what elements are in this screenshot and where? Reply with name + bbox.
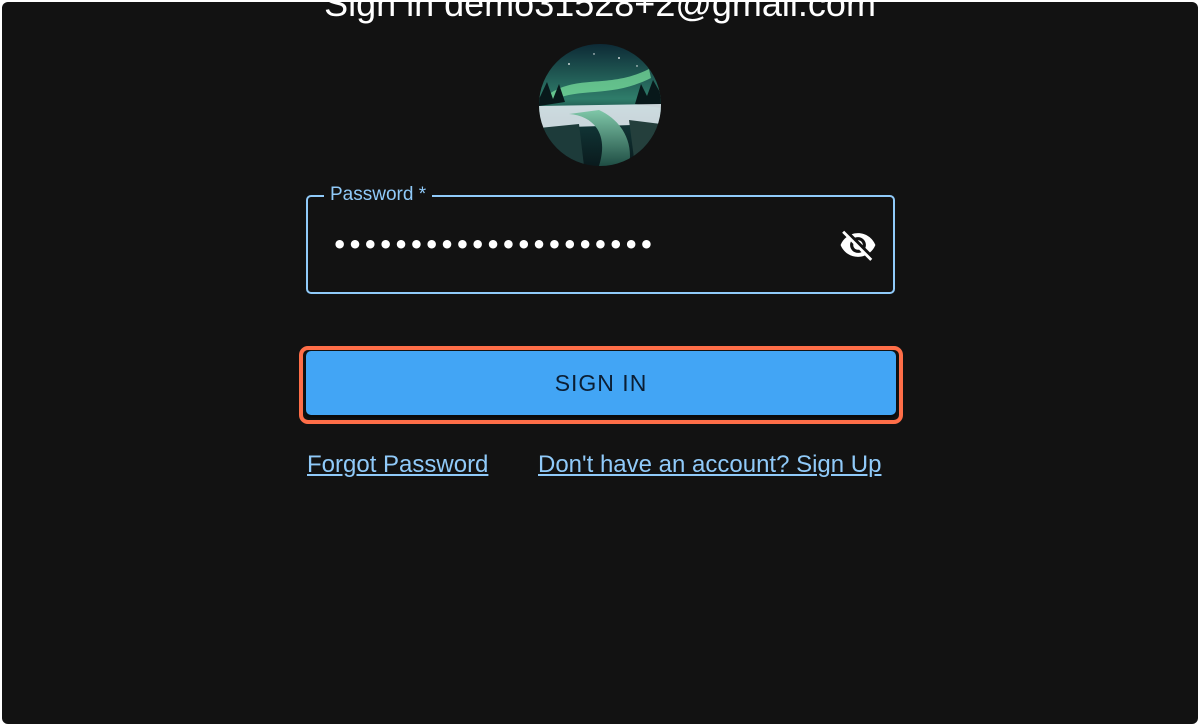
forgot-password-link[interactable]: Forgot Password: [307, 450, 488, 480]
eye-off-icon: [840, 230, 876, 261]
password-field[interactable]: Password * •••••••••••••••••••••: [306, 184, 895, 294]
toggle-password-visibility-button[interactable]: [837, 224, 879, 266]
sign-in-button[interactable]: SIGN IN: [306, 351, 896, 415]
page-title: Sign in demo31528+2@gmail.com: [324, 2, 876, 24]
sign-up-link[interactable]: Don't have an account? Sign Up: [538, 450, 881, 480]
password-input[interactable]: •••••••••••••••••••••: [332, 227, 654, 263]
avatar: [539, 44, 661, 166]
password-label: Password *: [324, 184, 433, 206]
sign-in-panel: Sign in demo31528+2@gmail.com Password *…: [2, 2, 1198, 724]
avatar-image: [539, 44, 661, 166]
